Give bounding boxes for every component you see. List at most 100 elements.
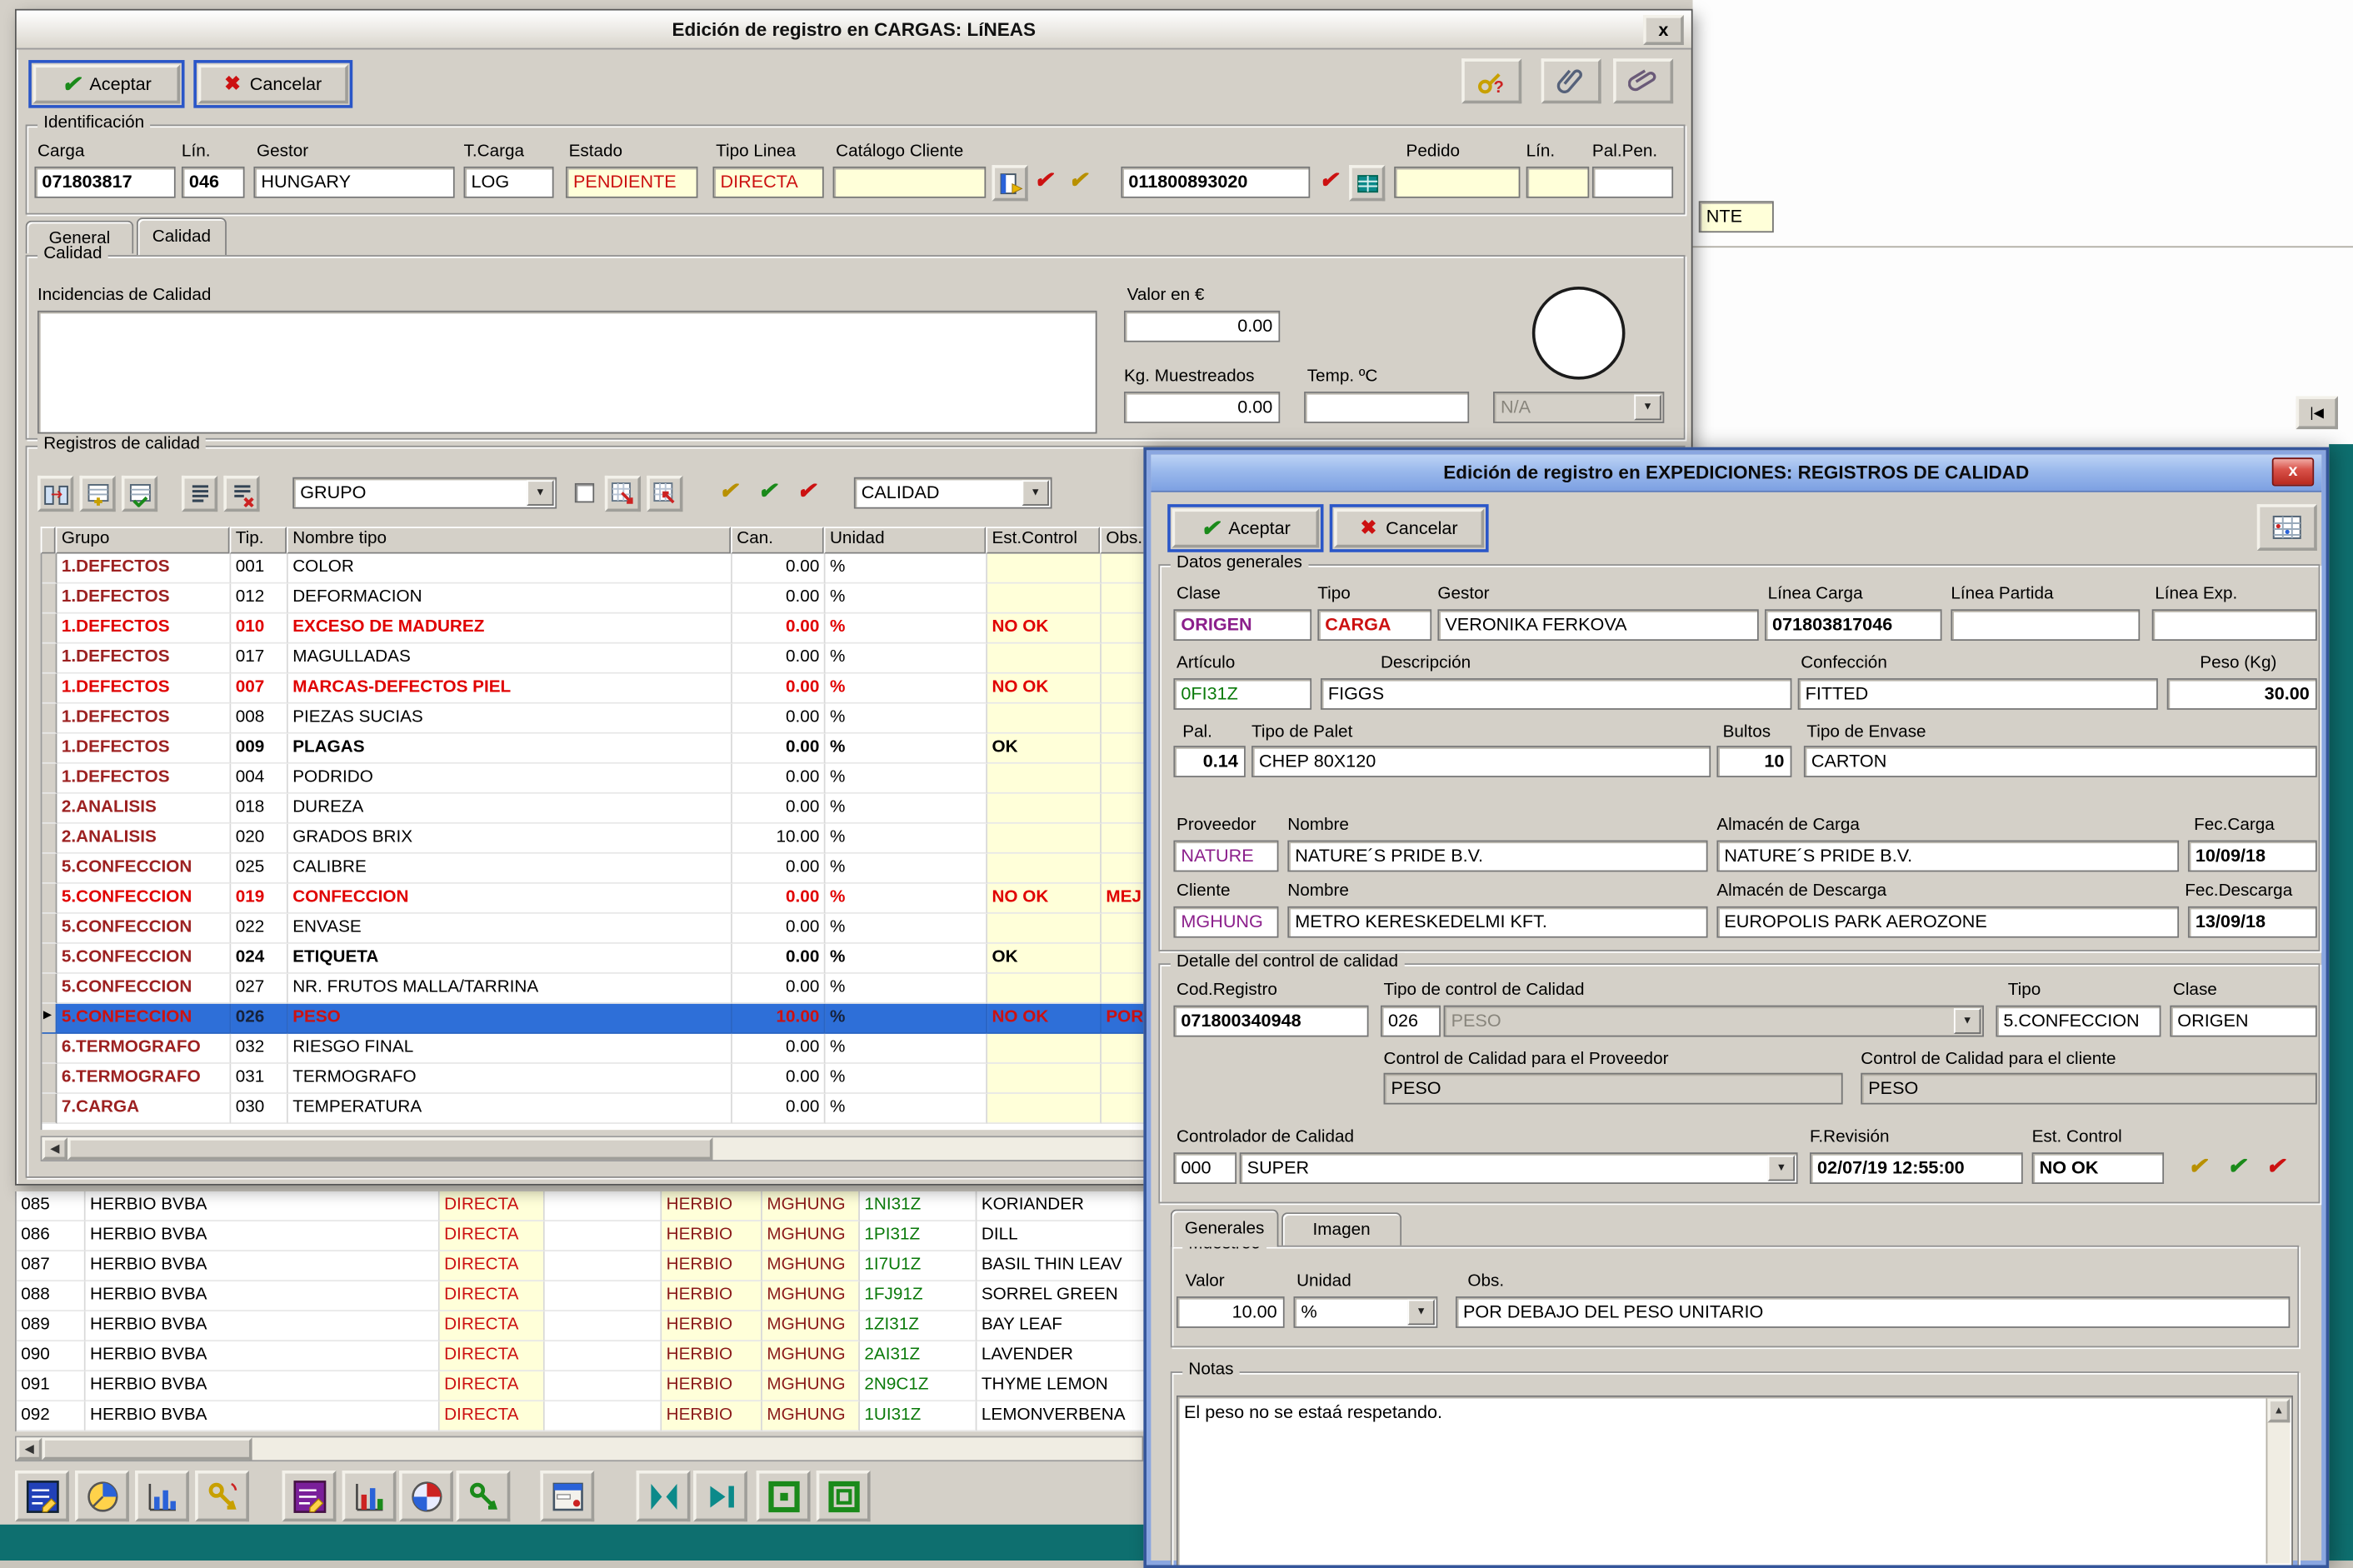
keys-refresh-button[interactable] — [195, 1471, 249, 1521]
tipo-linea-field[interactable]: DIRECTA — [712, 167, 823, 198]
proveedor-field[interactable]: NATURE — [1173, 841, 1278, 872]
almacen-descarga-field[interactable]: EUROPOLIS PARK AEROZONE — [1716, 906, 2179, 938]
almacen-carga-field[interactable]: NATURE´S PRIDE B.V. — [1716, 841, 2179, 872]
lin-field[interactable]: 046 — [182, 167, 245, 198]
green-frame-button[interactable] — [757, 1471, 811, 1521]
check-red3-icon[interactable] — [797, 480, 816, 502]
swap-columns-button[interactable] — [37, 476, 73, 512]
incidencias-textarea[interactable] — [37, 311, 1097, 434]
lin2-field[interactable] — [1526, 167, 1590, 198]
post-record-button[interactable] — [122, 476, 157, 512]
column-header-grupo[interactable]: Grupo — [56, 527, 230, 553]
aceptar-button[interactable]: Aceptar — [1172, 509, 1319, 548]
na-combo[interactable]: N/A — [1493, 392, 1664, 423]
unidad-combo[interactable]: % — [1293, 1296, 1437, 1328]
edit-expediciones-button[interactable] — [282, 1471, 337, 1521]
numero-field[interactable]: 011800893020 — [1121, 167, 1310, 198]
key-question-button[interactable]: ? — [1461, 58, 1521, 103]
palpen-field[interactable] — [1592, 167, 1673, 198]
tipo-envase-field[interactable]: CARTON — [1804, 746, 2317, 777]
tipo-field[interactable]: CARGA — [1317, 609, 1431, 641]
lineas-row[interactable]: 091HERBIO BVBADIRECTAHERBIOMGHUNG2N9C1ZT… — [17, 1371, 1199, 1401]
check-red-icon[interactable] — [1034, 170, 1053, 192]
form-window-button[interactable] — [540, 1471, 594, 1521]
fec-descarga-field[interactable]: 13/09/18 — [2188, 906, 2317, 938]
fec-carga-field[interactable]: 10/09/18 — [2188, 841, 2317, 872]
linea-carga-field[interactable]: 071803817046 — [1765, 609, 1942, 641]
calidad-combo[interactable]: CALIDAD — [854, 477, 1052, 509]
check-yellow-icon[interactable] — [2188, 1156, 2207, 1178]
cancelar-button[interactable]: Cancelar — [1334, 509, 1484, 548]
cancelar-button[interactable]: Cancelar — [198, 64, 348, 103]
pedido-field[interactable] — [1394, 167, 1520, 198]
close-icon[interactable]: x — [2272, 457, 2314, 486]
check-yellow2-icon[interactable] — [719, 480, 738, 502]
go-first-button[interactable]: |◀ — [2296, 396, 2338, 429]
est-control-field[interactable]: NO OK — [2032, 1152, 2164, 1184]
carga-field[interactable]: 071803817 — [34, 167, 175, 198]
edit-cargas-button[interactable] — [15, 1471, 69, 1521]
scrollbar-thumb[interactable] — [67, 1137, 712, 1160]
notas-textarea[interactable]: El peso no se estaá respetando. ▲ — [1176, 1396, 2293, 1566]
lineas-row[interactable]: 088HERBIO BVBADIRECTAHERBIOMGHUNG1FJ91ZS… — [17, 1281, 1199, 1311]
lineas-row[interactable]: 092HERBIO BVBADIRECTAHERBIOMGHUNG1UI31ZL… — [17, 1401, 1199, 1431]
scroll-up-icon[interactable]: ▲ — [2267, 1399, 2290, 1423]
articulo-field[interactable]: 0FI31Z — [1173, 678, 1311, 710]
aceptar-button[interactable]: Aceptar — [33, 64, 180, 103]
collapse-teal-button[interactable] — [637, 1471, 691, 1521]
export-grid-button[interactable] — [605, 476, 641, 512]
grupo-combo[interactable]: GRUPO — [292, 477, 557, 509]
lineas-grid-hscrollbar[interactable]: ◀ — [15, 1436, 1143, 1462]
catalogo-field[interactable] — [833, 167, 987, 198]
group-list-button[interactable] — [182, 476, 217, 512]
keys-green-button[interactable] — [457, 1471, 511, 1521]
titlebar-cargas[interactable]: Edición de registro en CARGAS: LíNEAS — [17, 11, 1691, 50]
tab-imagen[interactable]: Imagen — [1281, 1212, 1401, 1246]
lineas-row[interactable]: 089HERBIO BVBADIRECTAHERBIOMGHUNG1ZI31ZB… — [17, 1311, 1199, 1341]
tipo2-field[interactable]: 5.CONFECCION — [1996, 1006, 2161, 1037]
chart-pie-button[interactable] — [75, 1471, 129, 1521]
cliente-nombre-field[interactable]: METRO KERESKEDELMI KFT. — [1287, 906, 1707, 938]
tab-calidad[interactable]: Calidad — [137, 217, 227, 255]
insert-record-button[interactable] — [79, 476, 115, 512]
column-header-unidad[interactable]: Unidad — [824, 527, 987, 553]
lineas-row[interactable]: 087HERBIO BVBADIRECTAHERBIOMGHUNG1I7U1ZB… — [17, 1251, 1199, 1281]
catalog-lookup-button[interactable] — [992, 165, 1027, 201]
scroll-left-icon[interactable]: ◀ — [17, 1437, 42, 1460]
pal-field[interactable]: 0.14 — [1173, 746, 1245, 777]
lineas-row[interactable]: 090HERBIO BVBADIRECTAHERBIOMGHUNG2AI31ZL… — [17, 1341, 1199, 1371]
attachment2-button[interactable] — [1613, 58, 1673, 103]
lineas-row[interactable]: 085HERBIO BVBADIRECTAHERBIOMGHUNG1NI31ZK… — [17, 1191, 1199, 1221]
valor-field[interactable]: 10.00 — [1176, 1296, 1285, 1328]
bultos-field[interactable]: 10 — [1716, 746, 1791, 777]
cliente-field[interactable]: MGHUNG — [1173, 906, 1278, 938]
kg-muestreados-field[interactable]: 0.00 — [1124, 392, 1280, 423]
tab-generales[interactable]: Generales — [1171, 1210, 1279, 1247]
clase-field[interactable]: ORIGEN — [1173, 609, 1311, 641]
play-next-teal-button[interactable] — [693, 1471, 747, 1521]
tipo-control-combo[interactable]: PESO — [1444, 1006, 1984, 1037]
db-lookup-button[interactable] — [1349, 165, 1385, 201]
frevision-field[interactable]: 02/07/19 12:55:00 — [1810, 1152, 2023, 1184]
proveedor-nombre-field[interactable]: NATURE´S PRIDE B.V. — [1287, 841, 1707, 872]
datasheet-button[interactable] — [2257, 504, 2317, 551]
gestor-field[interactable]: HUNGARY — [253, 167, 454, 198]
valor-euro-field[interactable]: 0.00 — [1124, 311, 1280, 342]
chart-bars-button[interactable] — [135, 1471, 189, 1521]
check-red-icon[interactable] — [2266, 1156, 2286, 1178]
linea-exp-field[interactable] — [2152, 609, 2317, 641]
notas-scrollbar[interactable]: ▲ — [2266, 1399, 2291, 1564]
controlador-combo[interactable]: SUPER — [1240, 1152, 1798, 1184]
tipo-control-codigo-field[interactable]: 026 — [1381, 1006, 1441, 1037]
tipo-palet-field[interactable]: CHEP 80X120 — [1251, 746, 1711, 777]
close-icon[interactable]: x — [1643, 15, 1684, 45]
confeccion-field[interactable]: FITTED — [1798, 678, 2158, 710]
check-yellow-icon[interactable] — [1068, 170, 1087, 192]
temp-field[interactable] — [1304, 392, 1469, 423]
column-header-tip[interactable]: Tip. — [230, 527, 287, 553]
column-header-can[interactable]: Can. — [731, 527, 824, 553]
tcarga-field[interactable]: LOG — [464, 167, 554, 198]
chart-bars2-button[interactable] — [342, 1471, 397, 1521]
chart-pie2-button[interactable] — [399, 1471, 453, 1521]
column-header-nombre[interactable]: Nombre tipo — [287, 527, 731, 553]
